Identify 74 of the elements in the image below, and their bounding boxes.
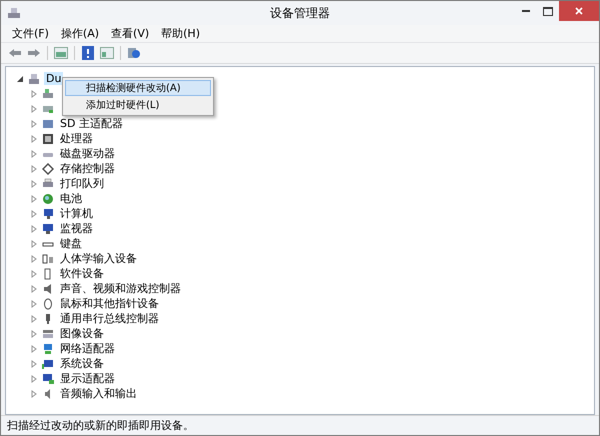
network-icon: [42, 342, 54, 354]
expand-icon[interactable]: [30, 120, 38, 128]
view-button[interactable]: [99, 45, 115, 61]
speaker-icon: [42, 282, 54, 294]
tree-item[interactable]: 系统设备: [58, 356, 106, 371]
expand-icon[interactable]: [30, 344, 38, 352]
tree-item[interactable]: Du: [44, 72, 64, 85]
expand-icon[interactable]: [30, 300, 38, 308]
tree-item[interactable]: 监视器: [58, 221, 95, 236]
close-icon: [575, 7, 583, 15]
expand-icon[interactable]: [30, 90, 38, 98]
context-menu-item[interactable]: 添加过时硬件(L): [65, 97, 211, 113]
window-title: 设备管理器: [269, 4, 331, 22]
tree-item[interactable]: 图像设备: [58, 326, 106, 341]
expand-icon[interactable]: [30, 254, 38, 262]
computer-icon: [28, 72, 40, 84]
expand-icon[interactable]: [30, 224, 38, 232]
expand-icon[interactable]: [30, 104, 38, 112]
chip-icon: [42, 132, 54, 144]
properties-button[interactable]: [53, 45, 69, 61]
menu-item[interactable]: 帮助(H): [156, 26, 205, 41]
monitor-icon: [42, 358, 54, 370]
diamond-icon: [42, 162, 54, 174]
tree-item[interactable]: 计算机: [58, 206, 95, 221]
tree-item[interactable]: 键盘: [58, 236, 84, 251]
tree-item[interactable]: 音频输入和输出: [58, 386, 139, 401]
computer-icon: [7, 7, 21, 19]
tree-item[interactable]: 磁盘驱动器: [58, 146, 117, 161]
expand-icon[interactable]: [30, 210, 38, 218]
tree-item[interactable]: 存储控制器: [58, 161, 117, 176]
expand-icon[interactable]: [30, 330, 38, 338]
tree-item[interactable]: 处理器: [58, 131, 95, 146]
expand-icon[interactable]: [30, 270, 38, 278]
expand-icon[interactable]: [30, 390, 38, 398]
expand-icon[interactable]: [30, 134, 38, 142]
monitor-icon: [42, 372, 54, 384]
monitor-icon: [42, 208, 54, 220]
monitor-icon: [42, 222, 54, 234]
tree-item[interactable]: 通用串行总线控制器: [58, 311, 161, 326]
globe-icon: [42, 192, 54, 204]
expand-icon[interactable]: [30, 150, 38, 158]
expand-icon[interactable]: [30, 164, 38, 172]
menu-item[interactable]: 文件(F): [7, 26, 54, 41]
context-menu-item[interactable]: 扫描检测硬件改动(A): [65, 80, 211, 96]
scan-button[interactable]: [126, 45, 142, 61]
card-icon: [42, 118, 54, 130]
expand-icon[interactable]: [30, 180, 38, 188]
tree-item[interactable]: 电池: [58, 191, 84, 206]
expand-icon[interactable]: [30, 194, 38, 202]
collapse-icon[interactable]: [16, 74, 24, 82]
scanner-icon: [42, 328, 54, 340]
expand-icon[interactable]: [30, 314, 38, 322]
menu-item[interactable]: 操作(A): [56, 26, 104, 41]
tree-item[interactable]: 软件设备: [58, 266, 106, 281]
tree-item[interactable]: 打印队列: [58, 176, 106, 191]
menu-item[interactable]: 查看(V): [106, 26, 154, 41]
drive-icon: [42, 88, 54, 100]
tree-item[interactable]: 网络适配器: [58, 341, 117, 356]
maximize-icon: [543, 6, 553, 16]
status-bar: 扫描经过改动的或新的即插即用设备。: [1, 415, 599, 435]
expand-icon[interactable]: [30, 284, 38, 292]
tree-item[interactable]: 鼠标和其他指针设备: [58, 296, 161, 311]
minimize-icon: [522, 10, 530, 12]
mouse-icon: [42, 298, 54, 310]
tree-item[interactable]: 显示适配器: [58, 371, 117, 386]
expand-icon[interactable]: [30, 374, 38, 382]
help-button[interactable]: [80, 45, 96, 61]
tree-item[interactable]: SD 主适配器: [58, 116, 125, 131]
expand-icon[interactable]: [30, 240, 38, 248]
expand-icon[interactable]: [30, 360, 38, 368]
printer-icon: [42, 178, 54, 190]
tree-item[interactable]: 人体学输入设备: [58, 251, 139, 266]
close-button[interactable]: [559, 1, 599, 21]
tree-item[interactable]: 声音、视频和游戏控制器: [58, 281, 183, 296]
